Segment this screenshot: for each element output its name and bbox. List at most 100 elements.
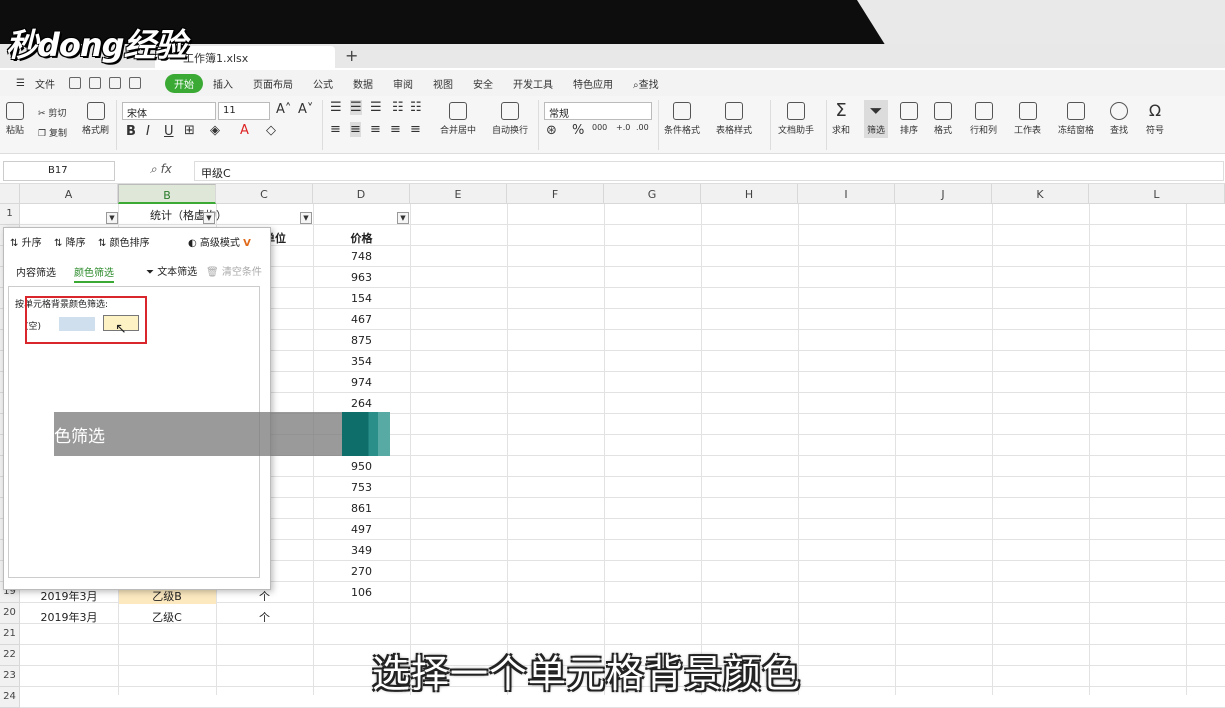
price-cell[interactable]: 497: [313, 523, 410, 536]
price-cell[interactable]: 270: [313, 565, 410, 578]
wrap-text-button[interactable]: 自动换行: [492, 102, 528, 136]
filter-dropdown-a[interactable]: ▼: [106, 212, 118, 224]
distributed-icon[interactable]: ≡: [410, 122, 421, 137]
cell-c20[interactable]: 个: [216, 609, 313, 625]
copy-button[interactable]: ❐ 复制: [38, 126, 67, 139]
sort-asc-button[interactable]: ⇅ 升序: [10, 234, 42, 249]
filter-dropdown-c[interactable]: ▼: [300, 212, 312, 224]
price-cell[interactable]: 875: [313, 334, 410, 347]
menu-special[interactable]: 特色应用: [563, 76, 623, 91]
font-size-select[interactable]: 11: [218, 102, 270, 120]
cell-a20[interactable]: 2019年3月: [20, 609, 118, 625]
fill-color-icon[interactable]: ◈: [210, 123, 220, 138]
format-painter-button[interactable]: 格式刷: [82, 102, 109, 136]
price-cell[interactable]: 963: [313, 271, 410, 284]
sum-button[interactable]: Σ 求和: [832, 102, 850, 137]
print-icon[interactable]: [108, 77, 121, 89]
price-cell[interactable]: 354: [313, 355, 410, 368]
column-header-a[interactable]: A: [20, 184, 118, 204]
select-all-corner[interactable]: [0, 184, 20, 204]
doc-helper-button[interactable]: 文档助手: [778, 102, 814, 136]
merge-center-button[interactable]: 合并居中: [440, 102, 476, 136]
align-middle-icon[interactable]: ☰: [350, 100, 362, 115]
save-icon[interactable]: [68, 77, 81, 89]
hamburger-icon[interactable]: ☰: [6, 78, 35, 89]
filter-button[interactable]: ⏷ 筛选: [864, 100, 889, 138]
font-color-icon[interactable]: A: [240, 123, 249, 138]
name-box[interactable]: B17: [3, 161, 115, 181]
thousands-button[interactable]: 000: [592, 123, 607, 132]
font-grow-icon[interactable]: A˄: [276, 102, 291, 117]
freeze-panes-button[interactable]: 冻结窗格: [1058, 102, 1094, 136]
column-header-l[interactable]: L: [1089, 184, 1225, 204]
menu-view[interactable]: 视图: [423, 76, 463, 91]
tab-content-filter[interactable]: 内容筛选: [16, 264, 56, 279]
text-filter-button[interactable]: ⏷ 文本筛选: [146, 263, 197, 278]
currency-icon[interactable]: ⊛: [546, 123, 557, 138]
bold-button[interactable]: B: [126, 124, 136, 139]
align-right-icon[interactable]: ≡: [370, 122, 381, 137]
tab-color-filter[interactable]: 颜色筛选: [74, 264, 114, 283]
percent-button[interactable]: %: [572, 123, 584, 138]
column-header-e[interactable]: E: [410, 184, 507, 204]
number-format-select[interactable]: 常规: [544, 102, 652, 120]
menu-home[interactable]: 开始: [164, 73, 203, 93]
align-bottom-icon[interactable]: ☰: [370, 100, 382, 115]
price-cell[interactable]: 106: [313, 586, 410, 599]
column-header-i[interactable]: I: [798, 184, 895, 204]
cell-c19[interactable]: 个: [216, 588, 313, 604]
column-header-d[interactable]: D: [313, 184, 410, 204]
menu-search[interactable]: ⌕查找: [623, 76, 669, 91]
row-header[interactable]: 22: [0, 645, 20, 666]
advanced-mode-toggle[interactable]: ◐ 高级模式 V: [188, 234, 251, 249]
worksheet-button[interactable]: 工作表: [1014, 102, 1041, 136]
price-cell[interactable]: 950: [313, 460, 410, 473]
fx-label[interactable]: ⌕ fx: [150, 162, 172, 177]
header-price-cell[interactable]: 价格: [313, 230, 410, 246]
italic-button[interactable]: I: [146, 124, 150, 139]
font-name-select[interactable]: 宋体: [122, 102, 216, 120]
underline-button[interactable]: U: [164, 124, 174, 139]
price-cell[interactable]: 748: [313, 250, 410, 263]
row-header[interactable]: 21: [0, 624, 20, 645]
price-cell[interactable]: 861: [313, 502, 410, 515]
filter-dropdown-d[interactable]: ▼: [397, 212, 409, 224]
table-style-button[interactable]: 表格样式: [716, 102, 752, 136]
price-cell[interactable]: 753: [313, 481, 410, 494]
decrease-decimal-icon[interactable]: .00: [636, 123, 649, 132]
sort-desc-button[interactable]: ⇅ 降序: [54, 234, 86, 249]
row-header[interactable]: 1: [0, 204, 20, 225]
clear-format-icon[interactable]: ◇: [266, 123, 276, 138]
border-icon[interactable]: ⊞: [184, 123, 195, 138]
price-cell[interactable]: 154: [313, 292, 410, 305]
column-header-h[interactable]: H: [701, 184, 798, 204]
title-cell[interactable]: 统计（格虚构）: [150, 207, 280, 223]
format-button[interactable]: 格式: [934, 102, 952, 136]
sort-button[interactable]: 排序: [900, 102, 918, 136]
formula-input[interactable]: 甲级C: [194, 161, 1224, 181]
price-cell[interactable]: 974: [313, 376, 410, 389]
symbol-button[interactable]: Ω 符号: [1146, 102, 1164, 137]
menu-file[interactable]: 文件: [35, 76, 65, 91]
font-shrink-icon[interactable]: A˅: [298, 102, 313, 117]
outdent-icon[interactable]: ☷: [410, 100, 422, 115]
row-col-button[interactable]: 行和列: [970, 102, 997, 136]
align-left-icon[interactable]: ≡: [330, 122, 341, 137]
find-button[interactable]: 查找: [1110, 102, 1128, 136]
menu-insert[interactable]: 插入: [203, 76, 243, 91]
menu-formulas[interactable]: 公式: [303, 76, 343, 91]
sort-color-button[interactable]: ⇅ 颜色排序: [98, 234, 150, 249]
price-cell[interactable]: 467: [313, 313, 410, 326]
row-header[interactable]: 20: [0, 603, 20, 624]
column-header-c[interactable]: C: [216, 184, 313, 204]
increase-decimal-icon[interactable]: +.0: [616, 123, 630, 132]
price-cell[interactable]: 264: [313, 397, 410, 410]
menu-security[interactable]: 安全: [463, 76, 503, 91]
filter-dropdown-b[interactable]: ▼: [203, 212, 215, 224]
row-header[interactable]: 24: [0, 687, 20, 708]
clear-conditions-button[interactable]: 🗑 清空条件: [206, 263, 262, 278]
row-header[interactable]: 23: [0, 666, 20, 687]
indent-icon[interactable]: ☷: [392, 100, 404, 115]
cell-b20[interactable]: 乙级C: [118, 609, 216, 625]
menu-page-layout[interactable]: 页面布局: [243, 76, 303, 91]
